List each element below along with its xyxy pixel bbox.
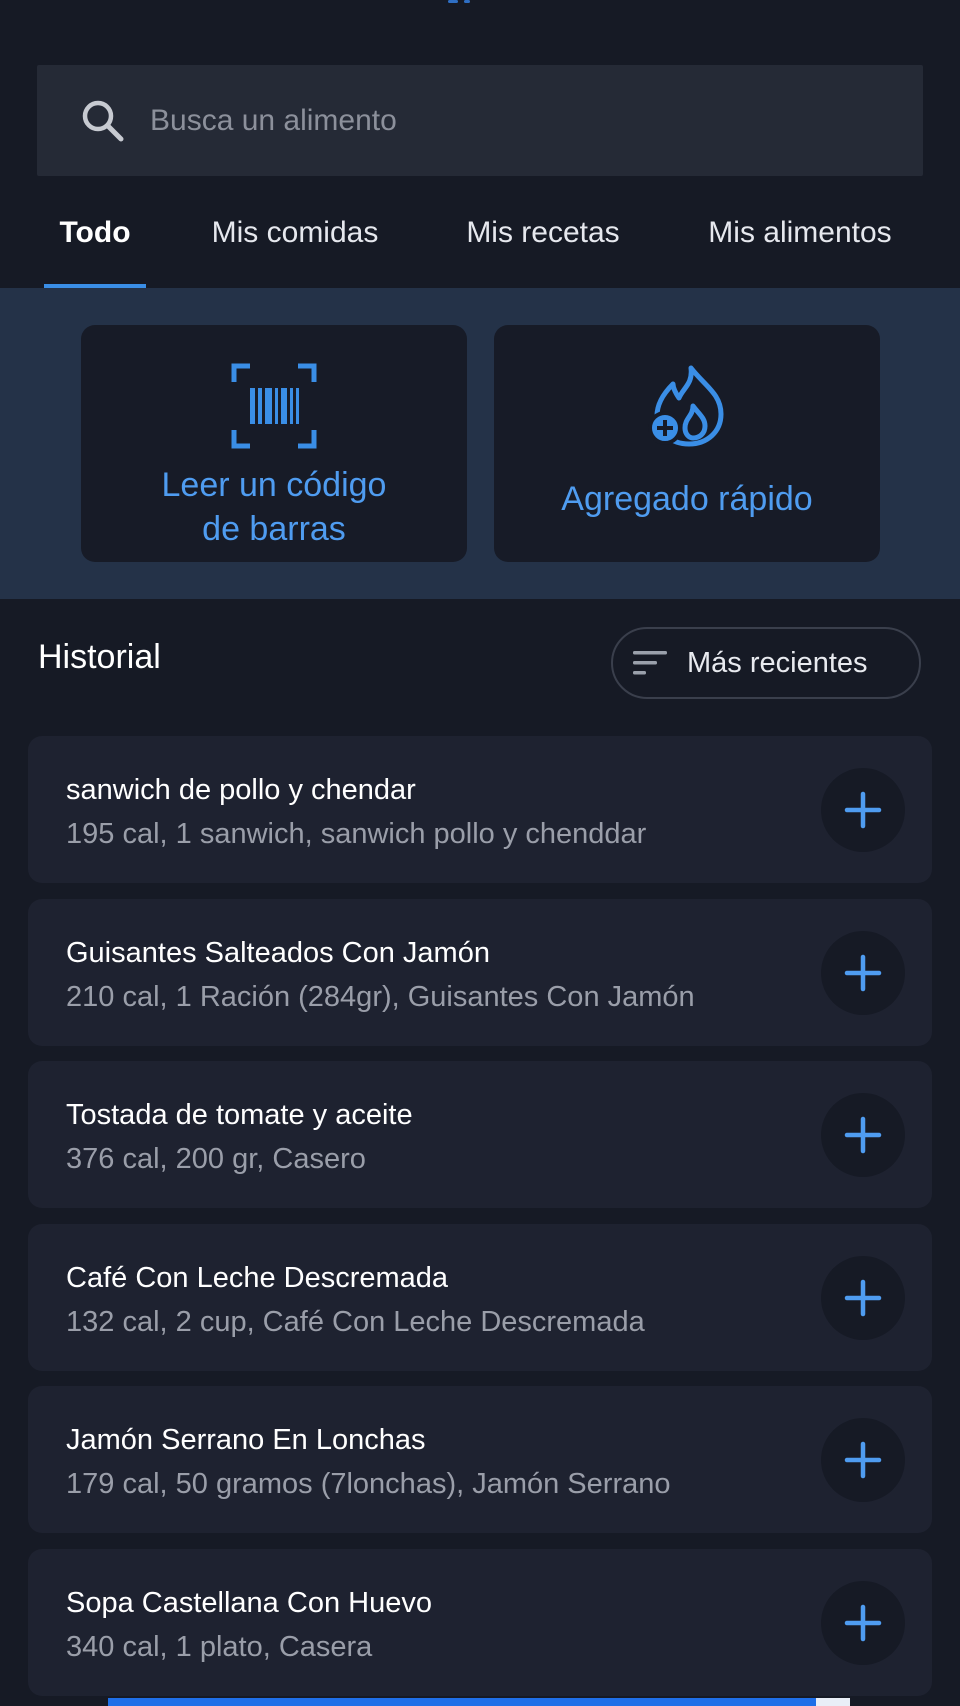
tab-mis-alimentos[interactable]: Mis alimentos: [690, 196, 910, 288]
history-item[interactable]: sanwich de pollo y chendar 195 cal, 1 sa…: [28, 736, 932, 883]
sort-label: Más recientes: [687, 646, 868, 679]
food-name: sanwich de pollo y chendar: [66, 774, 416, 806]
plus-icon: [844, 791, 882, 829]
plus-icon: [844, 1604, 882, 1641]
sort-button[interactable]: Más recientes: [611, 627, 921, 699]
plus-icon: [844, 1279, 882, 1316]
search-input[interactable]: [150, 90, 923, 151]
bottom-banner-knob: [816, 1698, 850, 1706]
history-item[interactable]: Guisantes Salteados Con Jamón 210 cal, 1…: [28, 898, 932, 1046]
food-name: Guisantes Salteados Con Jamón: [66, 936, 490, 969]
food-detail: 195 cal, 1 sanwich, sanwich pollo y chen…: [66, 818, 647, 850]
food-detail: 340 cal, 1 plato, Casera: [66, 1630, 373, 1663]
quick-add-label: Agregado rápido: [561, 480, 813, 518]
food-detail: 179 cal, 50 gramos (7lonchas), Jamón Ser…: [66, 1468, 671, 1500]
search-icon: [82, 100, 124, 141]
tab-label: Mis alimentos: [708, 216, 892, 249]
history-item[interactable]: Sopa Castellana Con Huevo 340 cal, 1 pla…: [28, 1548, 932, 1696]
add-food-button[interactable]: [821, 1418, 905, 1502]
plus-icon: [844, 1116, 882, 1154]
top-edge-fragment: [420, 0, 540, 4]
tab-bar: Todo Mis comidas Mis recetas Mis aliment…: [0, 196, 960, 288]
food-search-screen: Todo Mis comidas Mis recetas Mis aliment…: [0, 0, 960, 1706]
scan-barcode-label: Leer un código de barras: [124, 463, 424, 551]
food-detail: 132 cal, 2 cup, Café Con Leche Descremad…: [66, 1305, 645, 1338]
scan-barcode-label-line1: Leer un código: [161, 466, 387, 504]
tab-mis-comidas[interactable]: Mis comidas: [196, 196, 394, 288]
tab-mis-recetas[interactable]: Mis recetas: [450, 196, 636, 288]
history-list: sanwich de pollo y chendar 195 cal, 1 sa…: [28, 736, 932, 1706]
sort-icon: [633, 651, 667, 675]
food-detail: 376 cal, 200 gr, Casero: [66, 1143, 366, 1175]
barcode-scan-icon: [231, 363, 317, 449]
food-name: Jamón Serrano En Lonchas: [66, 1424, 426, 1456]
quick-actions-panel: Leer un código de barras Agregado rápido: [0, 288, 960, 599]
search-bar[interactable]: [37, 65, 923, 176]
add-food-button[interactable]: [821, 1580, 905, 1665]
history-item[interactable]: Tostada de tomate y aceite 376 cal, 200 …: [28, 1061, 932, 1208]
food-name: Sopa Castellana Con Huevo: [66, 1586, 432, 1619]
bottom-banner-edge: [108, 1698, 850, 1706]
flame-plus-icon: [648, 365, 724, 447]
history-item[interactable]: Jamón Serrano En Lonchas 179 cal, 50 gra…: [28, 1386, 932, 1533]
add-food-button[interactable]: [821, 930, 905, 1015]
add-food-button[interactable]: [821, 1093, 905, 1177]
tab-todo[interactable]: Todo: [44, 196, 146, 288]
plus-icon: [844, 1441, 882, 1479]
scan-barcode-label-line2: de barras: [202, 510, 346, 548]
tab-label: Mis recetas: [466, 216, 620, 249]
food-name: Tostada de tomate y aceite: [66, 1099, 413, 1131]
plus-icon: [844, 954, 882, 991]
food-detail: 210 cal, 1 Ración (284gr), Guisantes Con…: [66, 980, 695, 1013]
tab-label: Mis comidas: [211, 216, 379, 249]
tab-label: Todo: [59, 216, 131, 249]
quick-add-button[interactable]: Agregado rápido: [494, 325, 880, 562]
add-food-button[interactable]: [821, 1255, 905, 1340]
add-food-button[interactable]: [821, 768, 905, 852]
history-item[interactable]: Café Con Leche Descremada 132 cal, 2 cup…: [28, 1223, 932, 1371]
history-title: Historial: [38, 638, 161, 676]
scan-barcode-button[interactable]: Leer un código de barras: [81, 325, 467, 562]
food-name: Café Con Leche Descremada: [66, 1261, 449, 1294]
